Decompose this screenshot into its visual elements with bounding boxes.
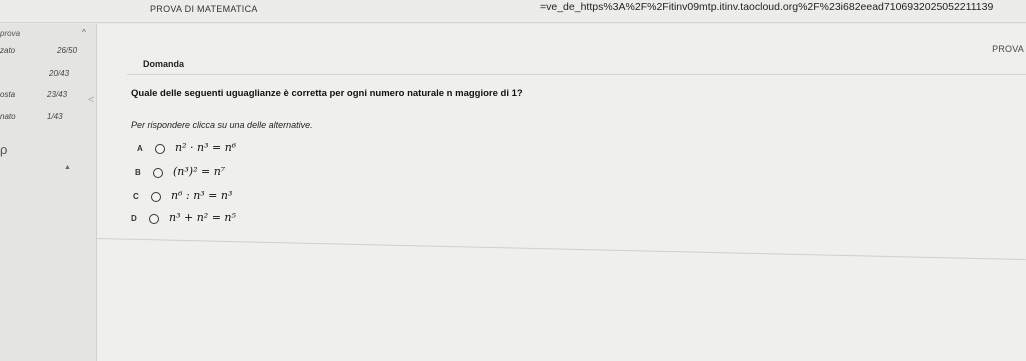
option-letter: A — [137, 144, 143, 153]
option-text: n³ + n² = n⁵ — [169, 211, 236, 224]
top-bar: PROVA DI MATEMATICA =ve_de_https%3A%2F%2… — [0, 0, 1026, 23]
back-arrow-icon[interactable]: < — [88, 94, 94, 106]
option-letter: C — [133, 192, 139, 201]
sidebar-stat-row: osta 23/43 — [0, 90, 96, 110]
radio-button[interactable] — [155, 144, 165, 154]
divider — [96, 238, 1026, 261]
option-letter: D — [131, 214, 137, 223]
sidebar-stat-label: zato — [0, 46, 16, 55]
search-icon[interactable]: ρ — [0, 142, 7, 157]
instruction-text: Per rispondere clicca su una delle alter… — [131, 120, 313, 130]
sidebar-stat-value: 23/43 — [47, 90, 68, 99]
radio-button[interactable] — [153, 168, 163, 178]
radio-button[interactable] — [149, 214, 159, 224]
sidebar-stat-label: nato — [0, 112, 16, 121]
address-url[interactable]: =ve_de_https%3A%2F%2Fitinv09mtp.itinv.ta… — [540, 1, 993, 13]
sidebar-heading: prova — [0, 29, 21, 38]
sidebar-stat-row: 20/43 — [0, 69, 96, 89]
divider — [127, 74, 1026, 75]
exam-title: PROVA DI MATEMATICA — [150, 4, 258, 14]
triangle-icon: ▲ — [64, 164, 71, 171]
prova-label: PROVA — [992, 44, 1024, 54]
option-text: (n³)² = n⁷ — [173, 165, 226, 178]
sidebar-stat-row: nato 1/43 — [0, 112, 96, 132]
option-letter: B — [135, 168, 141, 177]
question-text: Quale delle seguenti uguaglianze è corre… — [131, 88, 523, 99]
answer-option-b[interactable]: B (n³)² = n⁷ — [135, 165, 275, 184]
answer-option-a[interactable]: A n² · n³ = n⁶ — [137, 141, 277, 160]
sidebar-stat-row: zato 26/50 — [0, 46, 96, 66]
section-title: Domanda — [143, 59, 185, 69]
radio-button[interactable] — [151, 192, 161, 202]
option-text: n⁶ : n³ = n³ — [171, 189, 233, 202]
sidebar-stat-value: 1/43 — [47, 112, 63, 121]
collapse-chevron-icon[interactable]: ^ — [82, 28, 86, 37]
answer-option-c[interactable]: C n⁶ : n³ = n³ — [133, 189, 273, 208]
answer-option-d[interactable]: D n³ + n² = n⁵ — [131, 211, 271, 230]
sidebar-stat-value: 26/50 — [57, 46, 78, 55]
sidebar-stat-label: osta — [0, 90, 16, 99]
option-text: n² · n³ = n⁶ — [175, 141, 237, 154]
sidebar: prova ^ zato 26/50 20/43 osta 23/43 nato… — [0, 24, 97, 361]
sidebar-stat-value: 20/43 — [49, 69, 70, 78]
question-panel: PROVA Domanda Quale delle seguenti uguag… — [96, 24, 1026, 361]
